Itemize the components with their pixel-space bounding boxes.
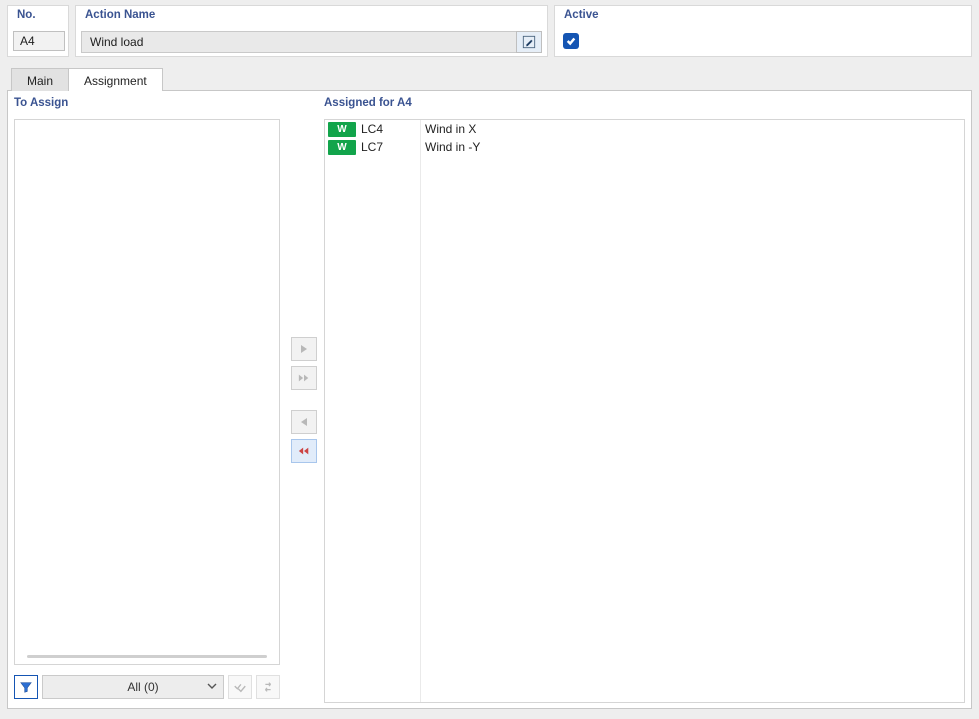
transfer-buttons <box>288 97 320 703</box>
label-assigned: Assigned for A4 <box>324 97 965 109</box>
label-action-name: Action Name <box>85 9 155 21</box>
checkbox-active[interactable] <box>563 33 579 49</box>
list-to-assign[interactable] <box>14 119 280 665</box>
swap-icon <box>261 680 275 694</box>
label-active: Active <box>564 9 599 21</box>
to-assign-footer: All (0) <box>14 671 280 703</box>
scrollbar-horizontal[interactable] <box>27 655 267 658</box>
header-row: No. Action Name Active <box>7 5 972 57</box>
panel-active: Active <box>554 5 972 57</box>
loadcase-code: LC4 <box>361 122 419 136</box>
check-all-button[interactable] <box>228 675 252 699</box>
label-no: No. <box>17 9 36 21</box>
tab-body: To Assign All (0) <box>7 91 972 709</box>
loadcase-code: LC7 <box>361 140 419 154</box>
panel-number: No. <box>7 5 69 57</box>
double-triangle-left-icon <box>298 446 310 456</box>
swap-button[interactable] <box>256 675 280 699</box>
category-badge: W <box>328 122 356 137</box>
section-to-assign: To Assign All (0) <box>14 97 280 703</box>
double-triangle-right-icon <box>298 373 310 383</box>
tab-main[interactable]: Main <box>11 68 69 91</box>
funnel-icon <box>19 680 33 694</box>
filter-button[interactable] <box>14 675 38 699</box>
loadcase-desc: Wind in -Y <box>419 140 480 154</box>
tab-assignment[interactable]: Assignment <box>68 68 163 92</box>
move-right-button[interactable] <box>291 337 317 361</box>
edit-name-button[interactable] <box>516 31 542 53</box>
tab-strip: Main Assignment <box>7 67 972 91</box>
triangle-right-icon <box>298 344 310 354</box>
category-badge: W <box>328 140 356 155</box>
loadcase-desc: Wind in X <box>419 122 476 136</box>
move-all-right-button[interactable] <box>291 366 317 390</box>
filter-dropdown[interactable]: All (0) <box>42 675 224 699</box>
input-number[interactable] <box>13 31 65 51</box>
triangle-left-icon <box>298 417 310 427</box>
move-left-button[interactable] <box>291 410 317 434</box>
input-action-name[interactable] <box>81 31 516 53</box>
filter-dropdown-label: All (0) <box>127 680 158 694</box>
check-icon <box>566 36 576 46</box>
move-all-left-button[interactable] <box>291 439 317 463</box>
section-assigned: Assigned for A4 W LC4Wind in X W LC7Wind in… <box>324 97 965 703</box>
chevron-down-icon <box>207 680 217 694</box>
assigned-row[interactable]: W LC4Wind in X <box>325 120 964 138</box>
edit-icon <box>522 35 536 49</box>
panel-action-name: Action Name <box>75 5 548 57</box>
list-assigned[interactable]: W LC4Wind in X W LC7Wind in -Y <box>324 119 965 703</box>
label-to-assign: To Assign <box>14 97 280 109</box>
check-all-icon <box>233 680 247 694</box>
assigned-row[interactable]: W LC7Wind in -Y <box>325 138 964 156</box>
